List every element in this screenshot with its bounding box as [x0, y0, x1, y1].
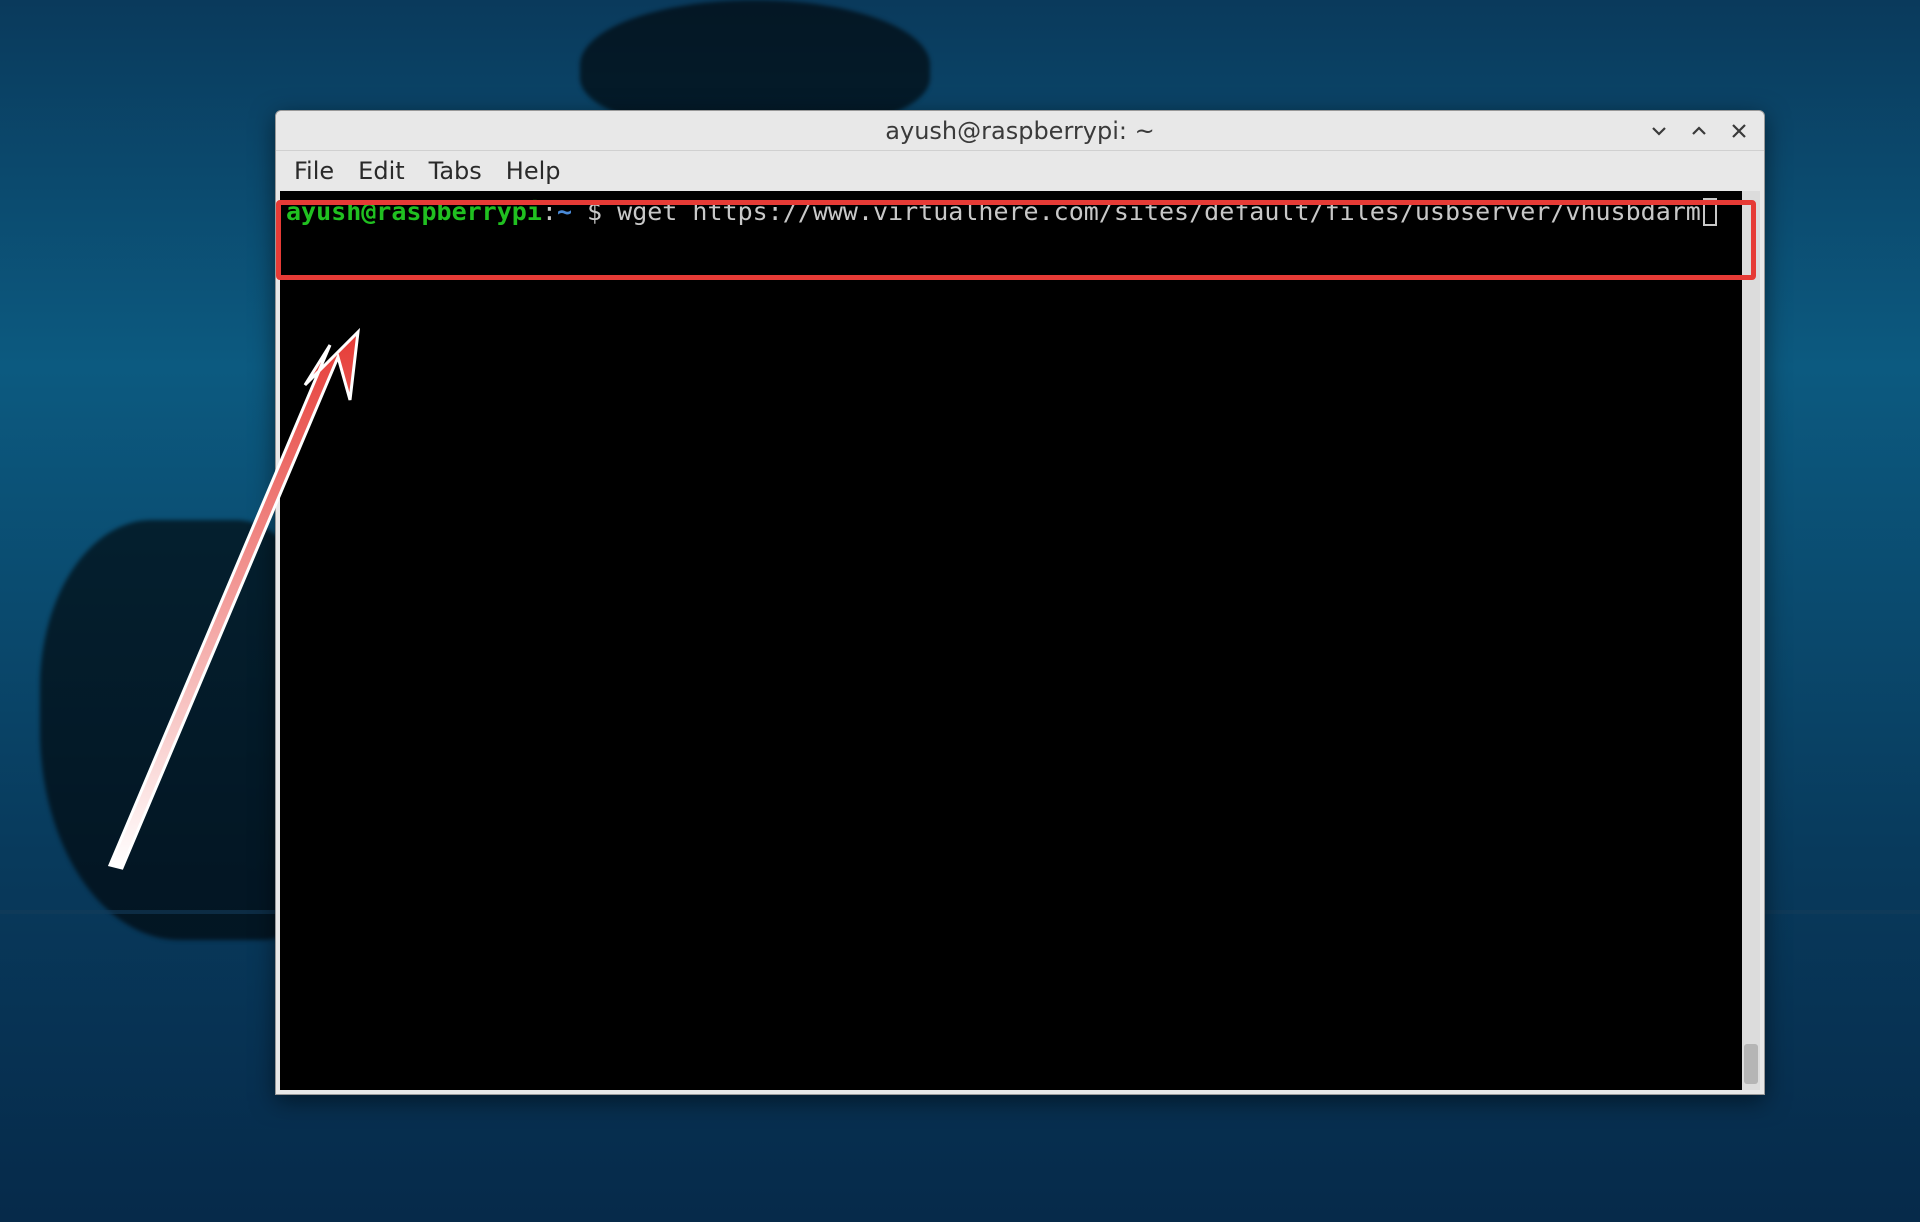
menu-tabs[interactable]: Tabs: [429, 157, 482, 185]
terminal-viewport: ayush@raspberrypi:~ $ wget https://www.v…: [280, 191, 1760, 1090]
prompt-path: ~: [557, 197, 572, 226]
command-text: wget https://www.virtualhere.com/sites/d…: [617, 197, 1701, 226]
window-controls: [1646, 111, 1752, 150]
prompt-user-host: ayush@raspberrypi: [286, 197, 542, 226]
menubar: File Edit Tabs Help: [276, 151, 1764, 191]
terminal-scrollbar[interactable]: [1742, 191, 1760, 1090]
scrollbar-thumb[interactable]: [1744, 1044, 1758, 1084]
terminal-body[interactable]: ayush@raspberrypi:~ $ wget https://www.v…: [280, 191, 1760, 1090]
window-titlebar[interactable]: ayush@raspberrypi: ~: [276, 111, 1764, 151]
menu-edit[interactable]: Edit: [358, 157, 404, 185]
maximize-icon[interactable]: [1686, 118, 1712, 144]
terminal-cursor: [1703, 198, 1717, 226]
close-icon[interactable]: [1726, 118, 1752, 144]
window-title: ayush@raspberrypi: ~: [885, 117, 1154, 145]
menu-help[interactable]: Help: [506, 157, 561, 185]
minimize-icon[interactable]: [1646, 118, 1672, 144]
prompt-separator: :: [542, 197, 557, 226]
terminal-window: ayush@raspberrypi: ~ File Edit Tabs Help…: [275, 110, 1765, 1095]
prompt-symbol: $: [572, 197, 617, 226]
menu-file[interactable]: File: [294, 157, 334, 185]
